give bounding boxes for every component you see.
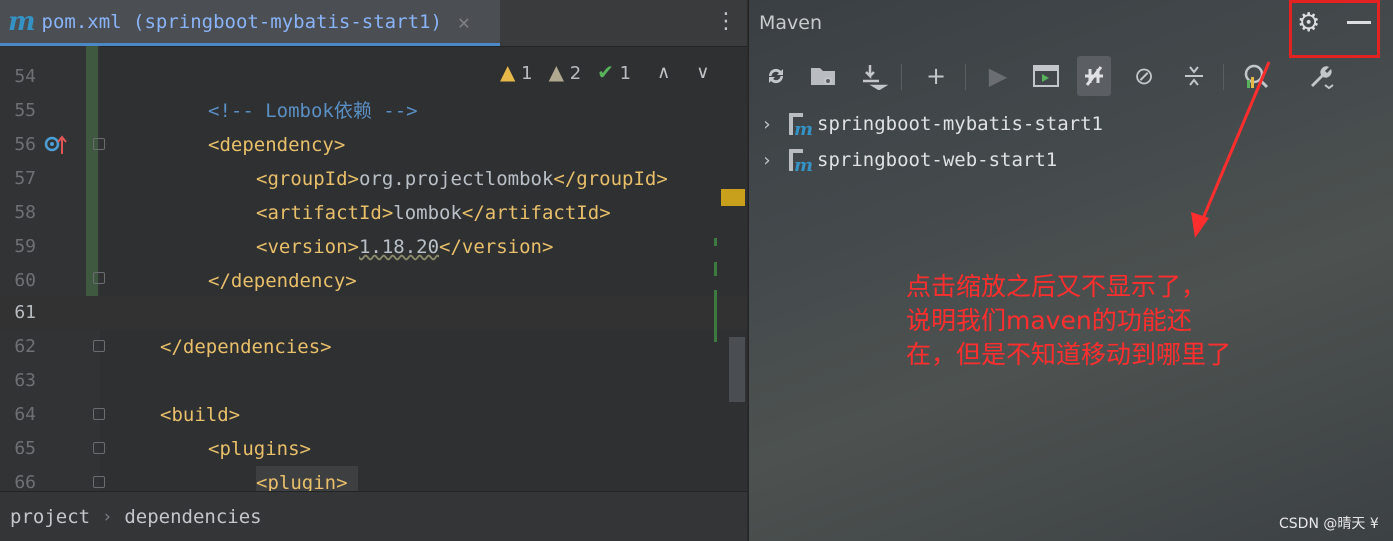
line-number: 58 [14, 202, 36, 223]
weak-warning-icon: ▲ [548, 60, 564, 84]
maven-file-icon: m [8, 6, 36, 37]
fold-marker[interactable] [93, 138, 105, 150]
fold-marker[interactable] [93, 340, 105, 352]
vcs-change-marker [86, 46, 98, 328]
line-number: 55 [14, 100, 36, 121]
code-line: <version>1.18.20</version> [256, 236, 554, 258]
next-problem-icon[interactable]: ∨ [696, 62, 709, 83]
code-line: </dependencies> [160, 336, 332, 358]
code-line: <groupId>org.projectlombok</groupId> [256, 168, 668, 190]
warning-stripe[interactable] [721, 189, 745, 206]
check-icon: ✔ [597, 60, 614, 84]
line-number: 65 [14, 438, 36, 459]
tab-pom-xml[interactable]: m pom.xml (springboot-mybatis-start1) ✕ [0, 0, 500, 46]
line-number: 56 [14, 134, 36, 155]
fold-marker[interactable] [93, 272, 105, 284]
change-stripe [714, 238, 717, 246]
code-line: <plugins> [208, 438, 311, 460]
weak-warning-count[interactable]: ▲ 2 [549, 60, 582, 84]
current-line-highlight [0, 296, 747, 330]
tab-title: pom.xml (springboot-mybatis-start1) [41, 10, 442, 33]
code-line: <build> [160, 404, 241, 426]
watermark: CSDN @晴天 ¥ [1279, 516, 1379, 532]
line-number: 64 [14, 404, 36, 425]
line-number: 61 [14, 302, 36, 323]
code-line: </dependency> [208, 270, 357, 292]
editor-scrollbar[interactable] [729, 337, 745, 402]
annotation-line: 在，但是不知道移动到哪里了 [906, 340, 1232, 369]
line-number: 62 [14, 336, 36, 357]
previous-problem-icon[interactable]: ∧ [657, 62, 670, 83]
annotation-line: 说明我们maven的功能还 [906, 306, 1192, 335]
more-menu-icon[interactable]: ⋮ [715, 8, 737, 36]
line-number: 59 [14, 236, 36, 257]
annotation-line: 点击缩放之后又不显示了， [906, 272, 1207, 301]
breadcrumb-separator: › [102, 506, 113, 527]
line-number: 54 [14, 66, 36, 87]
editor-tab-bar: m pom.xml (springboot-mybatis-start1) ✕ … [0, 0, 747, 47]
warning-count[interactable]: ▲ 1 [500, 60, 533, 84]
breadcrumb: project › dependencies [0, 491, 747, 541]
editor-pane: m pom.xml (springboot-mybatis-start1) ✕ … [0, 0, 747, 541]
breadcrumb-item-project[interactable]: project [10, 506, 90, 528]
change-stripe [714, 262, 717, 276]
typo-count[interactable]: ✔ 1 [597, 60, 631, 84]
fold-marker[interactable] [93, 408, 105, 420]
breadcrumb-item-dependencies[interactable]: dependencies [124, 506, 261, 528]
change-stripe [714, 290, 717, 342]
inspection-widget[interactable]: ▲ 1 ▲ 2 ✔ 1 ∧ ∨ [500, 60, 709, 84]
maven-tool-window: Maven ⚙ + ▶ ⊘ › m springboot-mybatis-sta… [748, 0, 1393, 541]
warning-icon: ▲ [500, 60, 516, 84]
code-line: <dependency> [208, 134, 346, 156]
fold-marker[interactable] [93, 442, 105, 454]
code-line: <artifactId>lombok</artifactId> [256, 202, 611, 224]
line-number: 63 [14, 370, 36, 391]
override-marker-icon[interactable] [44, 134, 70, 156]
fold-marker[interactable] [93, 476, 105, 488]
line-number: 57 [14, 168, 36, 189]
close-icon[interactable]: ✕ [458, 10, 470, 34]
line-number: 60 [14, 270, 36, 291]
annotation-text: 点击缩放之后又不显示了， 说明我们maven的功能还 在，但是不知道移动到哪里了 [906, 270, 1296, 372]
code-comment: <!-- Lombok依赖 --> [208, 100, 418, 122]
